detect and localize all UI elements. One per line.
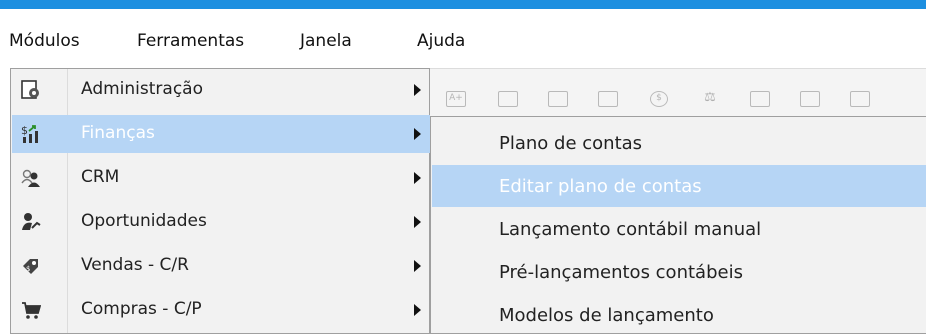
submenu-item-modelos-de-lancamento[interactable]: Modelos de lançamento (432, 294, 926, 336)
crm-users-icon (21, 169, 40, 187)
submenu-arrow-icon (414, 216, 421, 228)
submenu-item-lancamento-contabil-manual[interactable]: Lançamento contábil manual (432, 208, 926, 250)
menu-item-label: CRM (81, 167, 120, 187)
submenu-item-label: Pré-lançamentos contábeis (499, 262, 743, 283)
balance-icon[interactable]: ⚖ (700, 91, 720, 107)
submenu-item-label: Modelos de lançamento (499, 305, 714, 326)
submenu-arrow-icon (414, 260, 421, 272)
submenu-item-label: Plano de contas (499, 133, 643, 154)
edit-form-icon[interactable] (548, 91, 568, 107)
window-accent-bar (0, 0, 926, 9)
submenu-item-plano-de-contas[interactable]: Plano de contas (432, 122, 926, 164)
submenu-arrow-icon (414, 304, 421, 316)
menu-modulos[interactable]: Módulos (9, 31, 80, 51)
form-icon[interactable] (498, 91, 518, 107)
svg-text:$: $ (26, 265, 30, 273)
menu-item-vendas[interactable]: $ Vendas - C/R (12, 247, 430, 285)
menu-item-label: Vendas - C/R (81, 255, 189, 275)
finance-chart-icon: $ (21, 124, 38, 143)
menu-item-oportunidades[interactable]: Oportunidades (12, 203, 430, 241)
menu-item-administracao[interactable]: Administração (12, 71, 430, 109)
sales-icon: $ (23, 259, 38, 274)
menu-item-compras[interactable]: Compras - C/P (12, 291, 430, 329)
menu-item-label: Administração (81, 79, 203, 99)
submenu-item-label: Editar plano de contas (499, 176, 702, 197)
shopping-cart-icon (22, 302, 41, 319)
toolbar: A+ $ ⚖ (430, 68, 926, 117)
list-icon[interactable] (850, 91, 870, 107)
menu-ferramentas[interactable]: Ferramentas (137, 31, 244, 51)
admin-gear-icon (21, 80, 39, 99)
document-icon[interactable] (598, 91, 618, 107)
menu-janela[interactable]: Janela (300, 31, 352, 51)
submenu-item-pre-lancamentos-contabeis[interactable]: Pré-lançamentos contábeis (432, 251, 926, 293)
opportunities-icon (22, 213, 41, 230)
submenu-item-label: Lançamento contábil manual (499, 219, 762, 240)
menu-item-financas[interactable]: $ Finanças (12, 115, 430, 153)
menu-item-crm[interactable]: CRM (12, 159, 430, 197)
money-icon[interactable]: $ (650, 91, 668, 107)
menu-ajuda[interactable]: Ajuda (417, 31, 465, 51)
menu-item-label: Finanças (81, 123, 155, 143)
submenu-item-editar-plano-de-contas[interactable]: Editar plano de contas (432, 165, 926, 207)
calculator-icon[interactable] (800, 91, 820, 107)
menu-bar: Módulos Ferramentas Janela Ajuda (0, 9, 926, 68)
svg-text:$: $ (21, 124, 28, 137)
finance-submenu: Plano de contas Editar plano de contas L… (430, 116, 926, 334)
submenu-arrow-icon (414, 172, 421, 184)
menu-item-label: Compras - C/P (81, 299, 202, 319)
menu-item-label: Oportunidades (81, 211, 207, 231)
report-icon[interactable] (750, 91, 770, 107)
submenu-arrow-icon (414, 128, 421, 140)
add-text-icon[interactable]: A+ (446, 91, 466, 107)
modules-menu: Administração $ Finanças CRM Oportunidad… (10, 68, 430, 334)
submenu-arrow-icon (414, 84, 421, 96)
